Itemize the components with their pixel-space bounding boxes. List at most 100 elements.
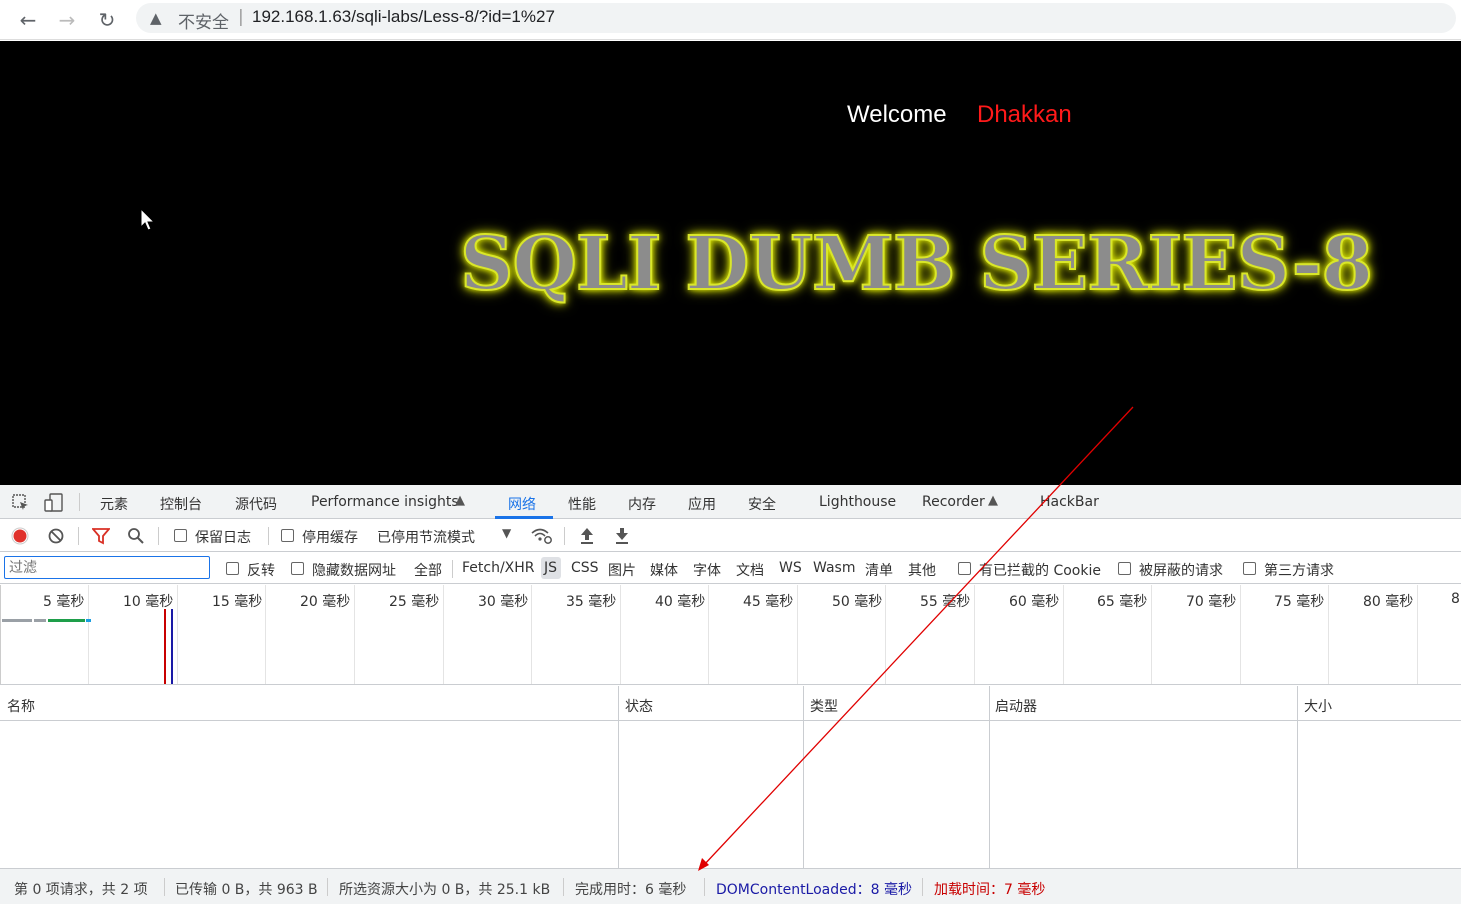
resource-size: 所选资源大小为 0 B，共 25.1 kB <box>339 882 551 898</box>
preserve-log-checkbox[interactable] <box>174 529 187 542</box>
column-size[interactable]: 大小 <box>1304 696 1332 716</box>
tab-performance-insights[interactable]: Performance insights <box>311 494 459 510</box>
divider <box>563 878 564 896</box>
column-name[interactable]: 名称 <box>7 696 35 716</box>
network-conditions-icon[interactable] <box>531 527 553 545</box>
filter-type-ws[interactable]: WS <box>779 560 802 576</box>
filter-bar: 反转 隐藏数据网址 全部 Fetch/XHR JS CSS 图片 媒体 字体 文… <box>0 553 1461 584</box>
preserve-log-label: 保留日志 <box>195 530 251 546</box>
blocked-cookies-checkbox[interactable] <box>958 562 971 575</box>
export-har-icon[interactable] <box>614 527 630 545</box>
warning-icon[interactable]: ▲ <box>150 9 162 27</box>
timeline-gridline <box>265 585 266 684</box>
reload-icon[interactable]: ↻ <box>93 6 121 34</box>
chevron-down-icon[interactable]: ▼ <box>502 526 511 540</box>
timeline-tick-label: 20 毫秒 <box>300 594 351 610</box>
insecure-label[interactable]: 不安全 <box>178 8 229 33</box>
throttling-select[interactable]: 已停用节流模式 <box>377 527 475 547</box>
url-text[interactable]: 192.168.1.63/sqli-labs/Less-8/?id=1%27 <box>252 7 555 27</box>
experiment-flask-icon: ▲ <box>988 493 998 508</box>
filter-type-doc[interactable]: 文档 <box>736 560 764 580</box>
timeline-gridline <box>1063 585 1064 684</box>
mouse-cursor-icon <box>140 208 156 231</box>
tab-recorder[interactable]: Recorder <box>922 494 985 510</box>
network-toolbar: 保留日志 停用缓存 已停用节流模式 ▼ <box>0 520 1461 552</box>
browser-toolbar: ← → ↻ ▲ 不安全 | 192.168.1.63/sqli-labs/Les… <box>0 0 1461 40</box>
column-status[interactable]: 状态 <box>625 696 653 716</box>
timeline-gridline <box>620 585 621 684</box>
filter-type-img[interactable]: 图片 <box>608 560 636 580</box>
forward-icon[interactable]: → <box>53 6 81 34</box>
devtools-tabbar: 元素 控制台 源代码 Performance insights ▲ 网络 性能 … <box>0 485 1461 519</box>
timeline-bar-waiting <box>2 619 32 622</box>
tab-elements[interactable]: 元素 <box>100 494 128 514</box>
tab-performance[interactable]: 性能 <box>568 494 596 514</box>
column-initiator[interactable]: 启动器 <box>995 696 1037 716</box>
network-overview-timeline[interactable]: 5 毫秒 10 毫秒 15 毫秒 20 毫秒 25 毫秒 30 毫秒 35 毫秒… <box>0 585 1461 685</box>
timeline-bar-content <box>86 619 91 622</box>
filter-type-font[interactable]: 字体 <box>693 560 721 580</box>
third-party-label: 第三方请求 <box>1264 563 1334 579</box>
dom-content-loaded-line <box>171 609 173 684</box>
experiment-flask-icon: ▲ <box>455 493 465 508</box>
timeline-tick-label: 55 毫秒 <box>920 594 971 610</box>
network-summary-bar: 第 0 项请求，共 2 项 已传输 0 B，共 963 B 所选资源大小为 0 … <box>0 868 1461 904</box>
filter-type-css[interactable]: CSS <box>571 560 599 576</box>
column-divider <box>803 686 804 868</box>
device-toolbar-icon[interactable] <box>44 493 64 513</box>
import-har-icon[interactable] <box>579 527 595 545</box>
tab-memory[interactable]: 内存 <box>628 494 656 514</box>
blocked-cookies-label: 有已拦截的 Cookie <box>979 563 1101 579</box>
blocked-requests-label: 被屏蔽的请求 <box>1139 563 1223 579</box>
finish-time: 完成用时：6 毫秒 <box>575 882 687 898</box>
timeline-gridline <box>974 585 975 684</box>
tab-network[interactable]: 网络 <box>508 494 536 514</box>
filter-icon[interactable] <box>92 527 110 545</box>
back-icon[interactable]: ← <box>14 6 42 34</box>
request-table-header: 名称 状态 类型 启动器 大小 <box>0 686 1461 721</box>
invert-checkbox[interactable] <box>226 562 239 575</box>
divider <box>79 493 80 511</box>
timeline-gridline <box>443 585 444 684</box>
record-icon[interactable] <box>11 527 29 545</box>
filter-type-media[interactable]: 媒体 <box>650 560 678 580</box>
welcome-text: Welcome <box>847 101 947 128</box>
timeline-gridline <box>797 585 798 684</box>
address-bar[interactable]: ▲ 不安全 | 192.168.1.63/sqli-labs/Less-8/?i… <box>136 3 1456 33</box>
divider <box>164 878 165 896</box>
disable-cache-label: 停用缓存 <box>302 530 358 546</box>
inspect-element-icon[interactable] <box>12 494 30 512</box>
filter-type-wasm[interactable]: Wasm <box>813 560 855 576</box>
tab-security[interactable]: 安全 <box>748 494 776 514</box>
filter-type-manifest[interactable]: 清单 <box>865 560 893 580</box>
disable-cache-checkbox[interactable] <box>281 529 294 542</box>
hide-data-urls-checkbox[interactable] <box>291 562 304 575</box>
filter-type-all[interactable]: 全部 <box>414 560 442 580</box>
timeline-tick-label: 80 毫秒 <box>1363 594 1414 610</box>
timeline-tick-label: 5 毫秒 <box>43 594 85 610</box>
filter-input[interactable] <box>4 556 210 579</box>
blocked-requests-checkbox[interactable] <box>1118 562 1131 575</box>
hide-data-urls-label: 隐藏数据网址 <box>312 563 396 579</box>
tab-application[interactable]: 应用 <box>688 494 716 514</box>
timeline-tick-label: 60 毫秒 <box>1009 594 1060 610</box>
column-type[interactable]: 类型 <box>810 696 838 716</box>
divider <box>922 878 923 896</box>
filter-type-other[interactable]: 其他 <box>908 560 936 580</box>
timeline-gridline <box>531 585 532 684</box>
tab-sources[interactable]: 源代码 <box>235 494 277 514</box>
transferred-size: 已传输 0 B，共 963 B <box>175 882 318 898</box>
timeline-gridline <box>354 585 355 684</box>
active-tab-indicator <box>495 516 553 519</box>
third-party-checkbox[interactable] <box>1243 562 1256 575</box>
timeline-gridline <box>1417 585 1418 684</box>
tab-console[interactable]: 控制台 <box>160 494 202 514</box>
clear-icon[interactable] <box>47 527 65 545</box>
filter-type-fetch-xhr[interactable]: Fetch/XHR <box>462 560 535 576</box>
tab-lighthouse[interactable]: Lighthouse <box>819 494 896 510</box>
tab-hackbar[interactable]: HackBar <box>1040 494 1099 510</box>
search-icon[interactable] <box>127 527 145 545</box>
divider <box>564 527 565 545</box>
filter-type-js[interactable]: JS <box>544 560 557 576</box>
divider <box>158 527 159 545</box>
